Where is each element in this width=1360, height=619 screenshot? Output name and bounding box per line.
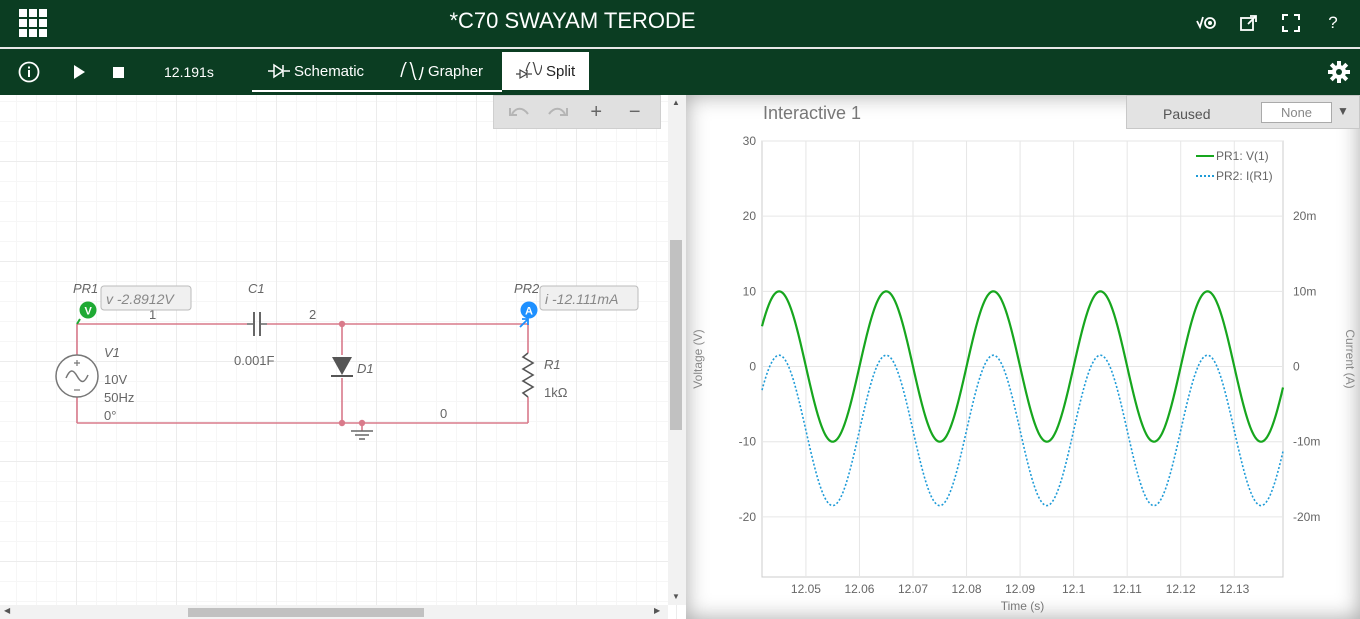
schematic-pane[interactable]: V1 10V 50Hz 0° C1 0.001F D1 R1 1kΩ 1 2 0…	[0, 95, 686, 619]
legend-label-2: PR2: I(R1)	[1216, 169, 1273, 183]
scroll-down-icon[interactable]: ▼	[672, 592, 680, 601]
junction-dot	[358, 419, 366, 427]
probe-pr2-readout[interactable]: i -12.111mA	[539, 285, 639, 311]
simulation-settings-icon[interactable]	[1196, 10, 1218, 36]
resistor-r1[interactable]	[521, 352, 535, 398]
tab-underline	[252, 90, 502, 92]
v1-frequency: 50Hz	[104, 390, 134, 405]
x-tick-label: 12.05	[791, 582, 821, 596]
tab-split[interactable]: Split	[502, 52, 590, 90]
y2-tick-label: 20m	[1293, 209, 1316, 223]
toolbar: 12.191s Schematic Grapher Split	[0, 49, 1360, 95]
y-tick-label: -20	[739, 510, 757, 524]
gear-icon[interactable]	[1328, 61, 1350, 83]
v1-label: V1	[104, 345, 120, 360]
zoom-in-icon[interactable]: +	[582, 100, 610, 124]
tab-split-label: Split	[546, 62, 576, 80]
zoom-toolbar: + −	[493, 95, 661, 129]
scroll-left-icon[interactable]: ◀	[4, 606, 10, 615]
v1-amplitude: 10V	[104, 372, 127, 387]
schematic-canvas[interactable]: V1 10V 50Hz 0° C1 0.001F D1 R1 1kΩ 1 2 0…	[0, 95, 668, 605]
probe-pr1-readout[interactable]: v -2.8912V	[100, 285, 192, 311]
c1-label: C1	[248, 281, 265, 296]
play-icon[interactable]	[70, 49, 88, 95]
d1-label: D1	[357, 361, 374, 376]
y2-tick-label: -10m	[1293, 435, 1320, 449]
pr2-badge: A	[525, 306, 533, 318]
pr2-label: PR2	[514, 281, 540, 296]
graph-chart[interactable]: 12.05 12.06 12.07 12.08 12.09 12.1 12.11 12.12 1…	[686, 95, 1360, 619]
voltage-source-v1[interactable]	[55, 354, 99, 398]
node-label-0: 0	[440, 406, 447, 421]
y-tick-label: 30	[743, 134, 757, 148]
y-tick-label: -10	[739, 435, 757, 449]
y2-tick-label: 0	[1293, 360, 1300, 374]
x-tick-label: 12.12	[1166, 582, 1196, 596]
x-tick-label: 12.06	[844, 582, 874, 596]
horizontal-scrollbar[interactable]: ◀ ▶	[0, 605, 668, 619]
y-axis-label: Voltage (V)	[691, 329, 705, 388]
v1-phase: 0°	[104, 408, 116, 423]
pr1-readout-text: v -2.8912V	[106, 291, 175, 307]
redo-icon[interactable]	[544, 100, 572, 124]
legend-label-1: PR1: V(1)	[1216, 149, 1269, 163]
zoom-out-icon[interactable]: −	[621, 100, 649, 124]
diode-d1[interactable]	[331, 357, 353, 377]
split-tab-icon	[516, 62, 542, 80]
r1-value: 1kΩ	[544, 385, 568, 400]
tab-schematic[interactable]: Schematic	[254, 52, 378, 90]
x-tick-label: 12.07	[898, 582, 928, 596]
x-tick-label: 12.1	[1062, 582, 1086, 596]
x-tick-label: 12.08	[952, 582, 982, 596]
y2-axis-label: Current (A)	[1343, 329, 1357, 388]
wave-tab-icon	[400, 62, 424, 80]
x-tick-label: 12.11	[1113, 582, 1142, 596]
y2-tick-label: 10m	[1293, 284, 1316, 298]
grapher-pane: Interactive 1 Paused None ▼ 12.05 12.06 12…	[686, 95, 1360, 619]
diode-tab-icon	[268, 63, 290, 79]
scroll-right-icon[interactable]: ▶	[654, 606, 660, 615]
plot-area	[761, 140, 1284, 578]
tab-grapher-label: Grapher	[428, 62, 484, 80]
pr2-readout-text: i -12.111mA	[545, 291, 618, 307]
c1-value: 0.001F	[234, 353, 275, 368]
external-link-icon[interactable]	[1238, 10, 1260, 36]
node-label-2: 2	[309, 307, 316, 322]
junction-dot	[338, 320, 346, 328]
current-probe-icon[interactable]: A	[519, 301, 538, 328]
voltage-probe-icon[interactable]: V	[76, 301, 97, 325]
stop-icon[interactable]	[110, 49, 126, 95]
x-tick-label: 12.09	[1005, 582, 1035, 596]
info-icon[interactable]	[16, 49, 42, 95]
y-tick-label: 20	[743, 209, 757, 223]
help-icon[interactable]: ?	[1322, 10, 1344, 36]
undo-icon[interactable]	[505, 100, 533, 124]
ground-icon[interactable]	[351, 430, 373, 440]
pr1-label: PR1	[73, 281, 98, 296]
horizontal-scroll-thumb[interactable]	[188, 608, 424, 617]
scroll-up-icon[interactable]: ▲	[672, 98, 680, 107]
capacitor-c1[interactable]	[247, 312, 267, 336]
y2-tick-label: -20m	[1293, 510, 1320, 524]
simulation-time: 12.191s	[164, 64, 214, 80]
title-bar: *C70 SWAYAM TERODE ?	[0, 0, 1360, 47]
top-icon-group: ?	[1196, 10, 1344, 36]
pr1-badge: V	[85, 306, 93, 318]
fullscreen-icon[interactable]	[1280, 10, 1302, 36]
r1-label: R1	[544, 357, 561, 372]
vertical-scroll-thumb[interactable]	[670, 240, 682, 430]
junction-dot	[338, 419, 346, 427]
y-tick-label: 0	[749, 360, 756, 374]
x-axis-label: Time (s)	[1001, 599, 1045, 613]
tab-schematic-label: Schematic	[294, 62, 365, 80]
document-title: *C70 SWAYAM TERODE	[449, 8, 696, 33]
tab-grapher[interactable]: Grapher	[386, 52, 497, 90]
x-tick-label: 12.13	[1219, 582, 1249, 596]
vertical-scrollbar[interactable]: ▲ ▼	[668, 95, 686, 605]
y-tick-label: 10	[743, 284, 757, 298]
